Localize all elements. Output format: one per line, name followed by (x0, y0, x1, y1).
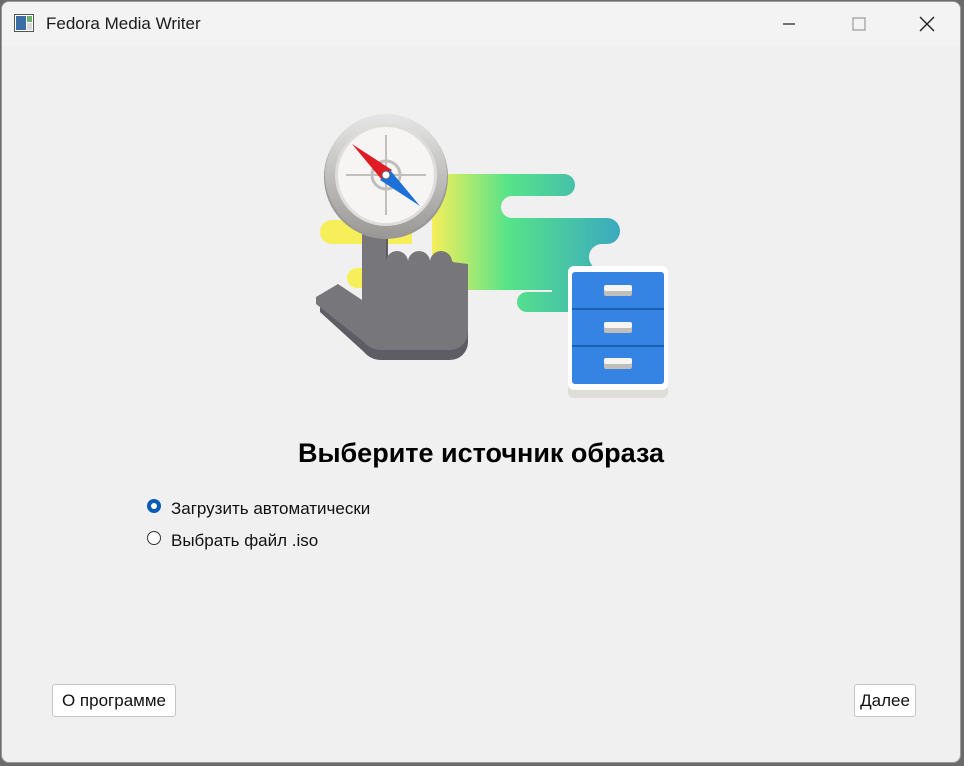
option-select-iso-file[interactable]: Выбрать файл .iso (147, 531, 318, 551)
page-heading: Выберите источник образа (297, 438, 665, 468)
minimize-icon (783, 23, 795, 25)
next-button[interactable]: Далее (854, 684, 916, 717)
radio-button-selected[interactable] (147, 499, 161, 513)
file-cabinet-icon (568, 266, 668, 398)
source-selection-illustration (316, 114, 668, 398)
title-bar[interactable]: Fedora Media Writer (2, 2, 960, 46)
close-button[interactable] (892, 2, 960, 46)
option-download-automatically[interactable]: Загрузить автоматически (147, 499, 370, 519)
minimize-button[interactable] (754, 2, 824, 46)
maximize-icon (852, 17, 866, 31)
about-button[interactable]: О программе (52, 684, 176, 717)
option-label: Выбрать файл .iso (171, 531, 319, 550)
option-label: Загрузить автоматически (171, 499, 371, 518)
compass-icon (324, 114, 448, 239)
window-title: Fedora Media Writer (46, 14, 201, 33)
app-window: Fedora Media Writer Выберите источник об… (1, 1, 961, 763)
app-icon (14, 14, 34, 32)
radio-button[interactable] (147, 531, 161, 545)
close-icon (919, 16, 935, 32)
maximize-button[interactable] (824, 2, 894, 46)
